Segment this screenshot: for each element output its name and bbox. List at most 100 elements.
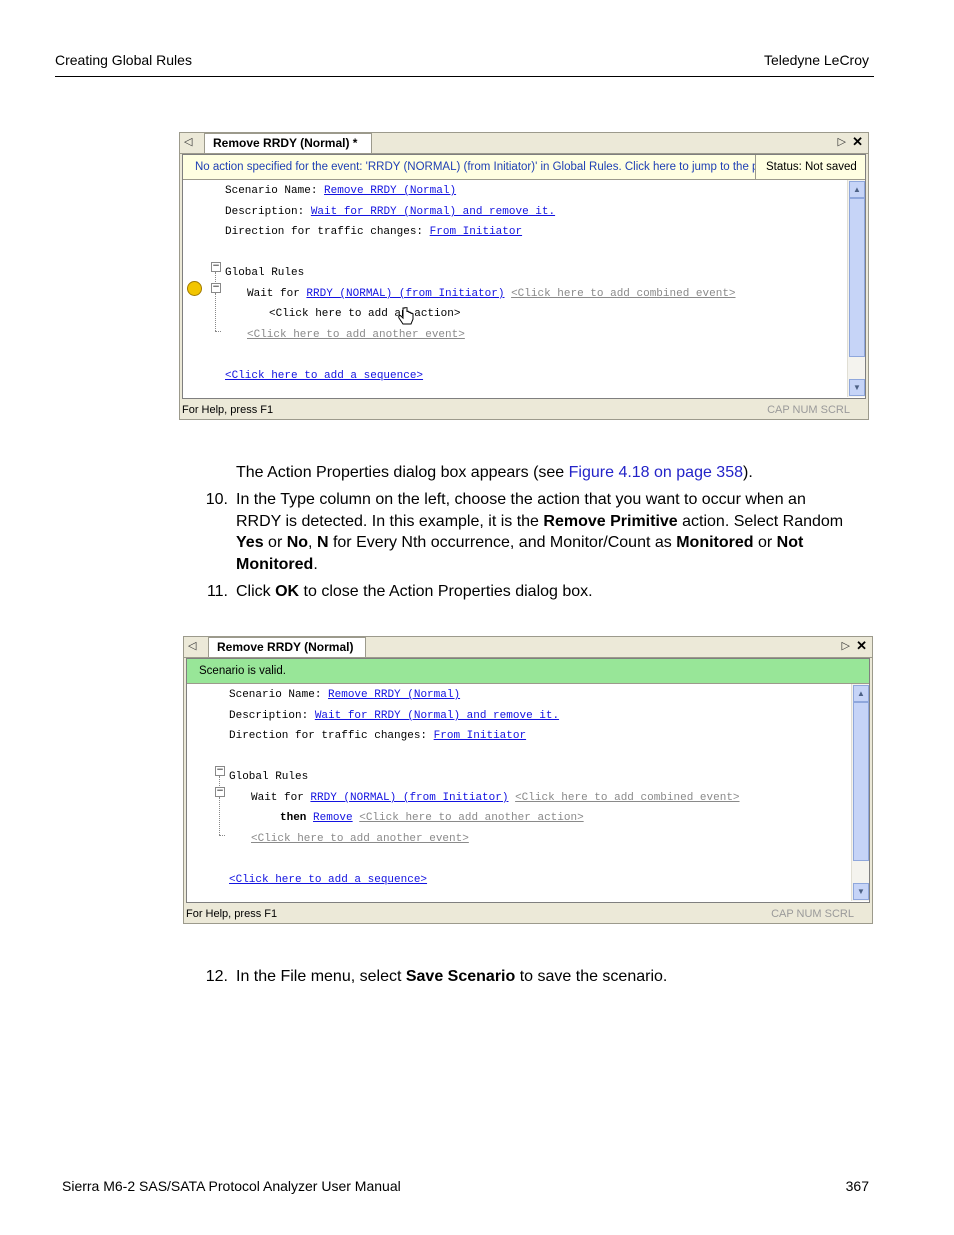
running-header-company: Teledyne LeCroy bbox=[763, 52, 869, 68]
event-row: Wait for RRDY (NORMAL) (from Initiator) … bbox=[247, 288, 736, 300]
add-another-event-link[interactable]: <Click here to add another event> bbox=[247, 329, 465, 341]
footer-manual-title: Sierra M6-2 SAS/SATA Protocol Analyzer U… bbox=[62, 1178, 401, 1194]
vertical-scrollbar[interactable]: ▲ ▼ bbox=[851, 684, 869, 901]
wait-for-label: Wait for bbox=[247, 288, 300, 300]
direction-row: Direction for traffic changes: From Init… bbox=[229, 730, 526, 742]
add-another-event-link[interactable]: <Click here to add another event> bbox=[251, 833, 469, 845]
then-label: then bbox=[280, 812, 307, 824]
tree-line bbox=[219, 835, 225, 836]
scroll-up-icon[interactable]: ▲ bbox=[853, 685, 869, 702]
add-combined-event-link[interactable]: <Click here to add combined event> bbox=[515, 792, 739, 804]
direction-label: Direction for traffic changes: bbox=[229, 730, 428, 742]
hand-cursor-icon bbox=[398, 307, 414, 325]
event-row: Wait for RRDY (NORMAL) (from Initiator) … bbox=[251, 792, 740, 804]
help-hint: For Help, press F1 bbox=[186, 908, 278, 920]
direction-row: Direction for traffic changes: From Init… bbox=[225, 226, 522, 238]
description-link[interactable]: Wait for RRDY (Normal) and remove it. bbox=[315, 710, 559, 722]
scroll-tabs-right-icon[interactable]: ▷ bbox=[842, 639, 850, 652]
add-combined-event-link[interactable]: <Click here to add combined event> bbox=[511, 288, 735, 300]
step-10-line-1: In the Type column on the left, choose t… bbox=[236, 491, 806, 508]
scenario-name-link[interactable]: Remove RRDY (Normal) bbox=[328, 689, 460, 701]
direction-label: Direction for traffic changes: bbox=[225, 226, 424, 238]
scenario-name-label: Scenario Name: bbox=[229, 689, 322, 701]
add-action-link[interactable]: <Click here to add an action> bbox=[269, 308, 460, 320]
add-sequence-link[interactable]: <Click here to add a sequence> bbox=[225, 370, 423, 382]
validation-message[interactable]: No action specified for the event: 'RRDY… bbox=[195, 155, 768, 179]
collapse-global-rules-icon[interactable]: − bbox=[211, 262, 221, 272]
description-label: Description: bbox=[229, 710, 309, 722]
scenario-name-row: Scenario Name: Remove RRDY (Normal) bbox=[225, 185, 456, 197]
scroll-up-icon[interactable]: ▲ bbox=[849, 181, 865, 198]
intro-text: The Action Properties dialog box appears… bbox=[236, 464, 569, 481]
tab-bar: ◁ Remove RRDY (Normal) ▷ ✕ bbox=[184, 637, 872, 658]
description-row: Description: Wait for RRDY (Normal) and … bbox=[225, 206, 555, 218]
direction-link[interactable]: From Initiator bbox=[430, 226, 522, 238]
scroll-tabs-left-icon[interactable]: ◁ bbox=[188, 639, 196, 652]
step-10-line-4: Monitored. bbox=[236, 555, 318, 573]
scenario-editor-window-1: ◁ Remove RRDY (Normal) * ▷ ✕ No action s… bbox=[179, 132, 869, 420]
figure-reference-link[interactable]: Figure 4.18 on page 358 bbox=[569, 464, 743, 481]
tab-remove-rrdy[interactable]: Remove RRDY (Normal) * bbox=[204, 133, 372, 153]
tree-line bbox=[215, 293, 216, 331]
scenario-text: Scenario Name: Remove RRDY (Normal) Desc… bbox=[183, 180, 847, 397]
scroll-down-icon[interactable]: ▼ bbox=[853, 883, 869, 900]
step-number: 12. bbox=[205, 968, 228, 985]
status-bar: For Help, press F1 CAP NUM SCRL bbox=[184, 905, 872, 923]
direction-link[interactable]: From Initiator bbox=[434, 730, 526, 742]
validation-message-bar: Scenario is valid. bbox=[187, 659, 869, 684]
status-bar: For Help, press F1 CAP NUM SCRL bbox=[180, 401, 868, 419]
step-11-text: Click OK to close the Action Properties … bbox=[236, 583, 593, 600]
action-row: then Remove <Click here to add another a… bbox=[280, 812, 584, 824]
tree-line bbox=[215, 331, 221, 332]
scroll-tabs-left-icon[interactable]: ◁ bbox=[184, 135, 192, 148]
close-icon[interactable]: ✕ bbox=[852, 134, 863, 150]
event-link[interactable]: RRDY (NORMAL) (from Initiator) bbox=[310, 792, 508, 804]
collapse-event-icon[interactable]: − bbox=[215, 787, 225, 797]
close-icon[interactable]: ✕ bbox=[856, 638, 867, 654]
scenario-name-label: Scenario Name: bbox=[225, 185, 318, 197]
page-number: 367 bbox=[845, 1178, 869, 1194]
scenario-name-link[interactable]: Remove RRDY (Normal) bbox=[324, 185, 456, 197]
tab-remove-rrdy[interactable]: Remove RRDY (Normal) bbox=[208, 637, 366, 657]
global-rules-label: Global Rules bbox=[229, 771, 309, 783]
scenario-editor-window-2: ◁ Remove RRDY (Normal) ▷ ✕ Scenario is v… bbox=[183, 636, 873, 924]
vertical-scrollbar[interactable]: ▲ ▼ bbox=[847, 180, 865, 397]
description-link[interactable]: Wait for RRDY (Normal) and remove it. bbox=[311, 206, 555, 218]
step-number: 11. bbox=[206, 583, 228, 600]
scroll-down-icon[interactable]: ▼ bbox=[849, 379, 865, 396]
scenario-name-row: Scenario Name: Remove RRDY (Normal) bbox=[229, 689, 460, 701]
intro-paragraph: The Action Properties dialog box appears… bbox=[236, 462, 753, 484]
validation-message: Scenario is valid. bbox=[199, 665, 286, 677]
scenario-text: Scenario Name: Remove RRDY (Normal) Desc… bbox=[187, 684, 851, 901]
scroll-tabs-right-icon[interactable]: ▷ bbox=[838, 135, 846, 148]
scroll-thumb[interactable] bbox=[849, 198, 865, 357]
add-another-action-link[interactable]: <Click here to add another action> bbox=[359, 812, 583, 824]
add-sequence-link[interactable]: <Click here to add a sequence> bbox=[229, 874, 427, 886]
editor-pane: No action specified for the event: 'RRDY… bbox=[182, 154, 866, 399]
tree-line bbox=[215, 272, 216, 282]
save-status: Status: Not saved bbox=[755, 155, 865, 179]
step-number: 10. bbox=[205, 491, 228, 508]
key-indicators: CAP NUM SCRL bbox=[767, 404, 850, 416]
warning-bullet-icon bbox=[187, 281, 202, 296]
scroll-thumb[interactable] bbox=[853, 702, 869, 861]
tab-bar: ◁ Remove RRDY (Normal) * ▷ ✕ bbox=[180, 133, 868, 154]
collapse-event-icon[interactable]: − bbox=[211, 283, 221, 293]
step-10-line-3: Yes or No, N for Every Nth occurrence, a… bbox=[236, 534, 804, 551]
global-rules-label: Global Rules bbox=[225, 267, 305, 279]
key-indicators: CAP NUM SCRL bbox=[771, 908, 854, 920]
tree-line bbox=[219, 797, 220, 835]
action-link[interactable]: Remove bbox=[313, 812, 353, 824]
description-label: Description: bbox=[225, 206, 305, 218]
validation-message-bar[interactable]: No action specified for the event: 'RRDY… bbox=[183, 155, 865, 180]
editor-pane: Scenario is valid. Scenario Name: Remove… bbox=[186, 658, 870, 903]
help-hint: For Help, press F1 bbox=[182, 404, 274, 416]
step-10-line-2: RRDY is detected. In this example, it is… bbox=[236, 512, 844, 530]
collapse-global-rules-icon[interactable]: − bbox=[215, 766, 225, 776]
header-rule bbox=[55, 76, 874, 77]
event-link[interactable]: RRDY (NORMAL) (from Initiator) bbox=[306, 288, 504, 300]
wait-for-label: Wait for bbox=[251, 792, 304, 804]
step-12-text: In the File menu, select Save Scenario t… bbox=[236, 968, 668, 985]
description-row: Description: Wait for RRDY (Normal) and … bbox=[229, 710, 559, 722]
tree-line bbox=[219, 776, 220, 786]
